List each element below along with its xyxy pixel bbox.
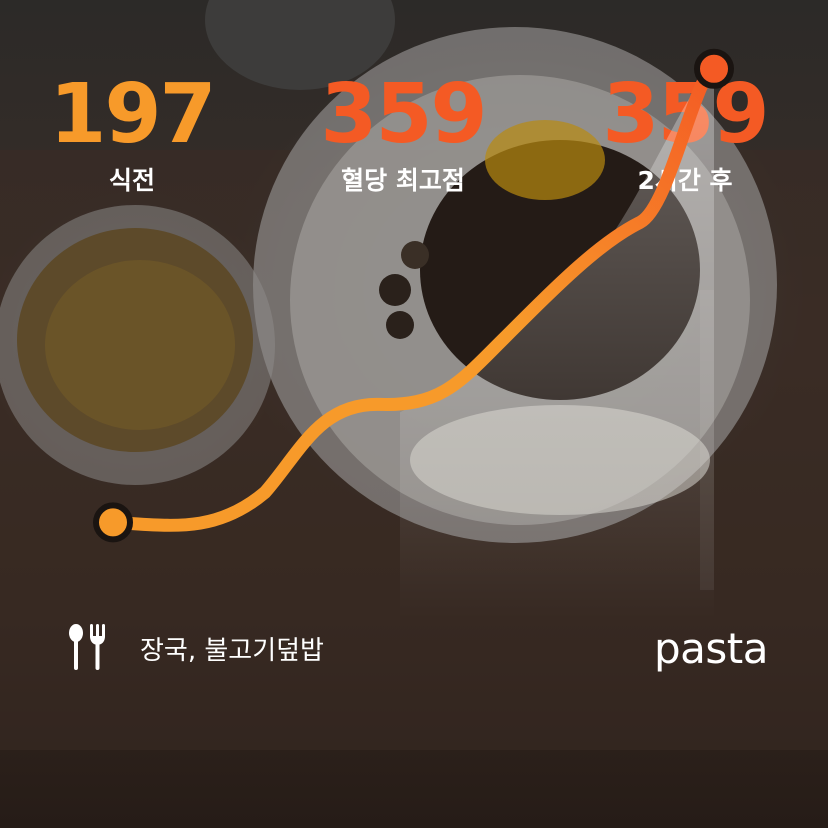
brand-logo: pasta: [654, 624, 768, 673]
glucose-curve-chart: [93, 48, 734, 621]
glucose-point-before: [93, 502, 133, 543]
utensils-icon: [69, 624, 105, 670]
glucose-share-card: 197 식전 359 혈당 최고점 359 2시간 후: [0, 0, 828, 828]
meal-description: 장국, 불고기덮밥: [140, 636, 324, 666]
glucose-point-after: [694, 48, 734, 89]
glucose-curve-area: [400, 68, 714, 621]
